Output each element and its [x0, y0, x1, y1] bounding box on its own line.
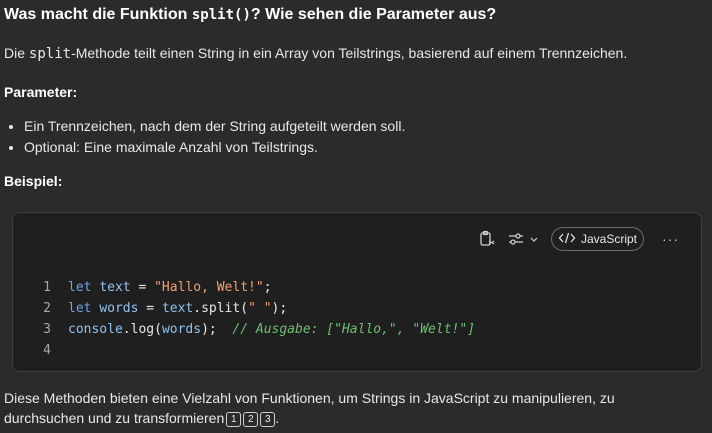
params-label: Parameter:: [4, 84, 78, 100]
line-number: 3: [43, 322, 51, 337]
code-toolbar: JavaScript ···: [477, 227, 679, 251]
outro-paragraph-line2: durchsuchen und zu transformieren 1 2 3.: [4, 410, 280, 427]
code-comment: // Ausgabe: ["Hallo,", "Welt!"]: [232, 322, 476, 337]
more-options-icon[interactable]: ···: [662, 231, 679, 247]
language-label: JavaScript: [580, 232, 637, 246]
code-line: 4: [13, 340, 475, 361]
params-list: Ein Trennzeichen, nach dem der String au…: [4, 116, 405, 158]
code-block: JavaScript ··· 1 let text = "Hallo, Welt!…: [12, 212, 702, 372]
copy-clipboard-icon[interactable]: [477, 229, 497, 249]
line-number: 4: [43, 343, 51, 358]
response-heading: Was macht die Funktion split()? Wie sehe…: [4, 6, 497, 23]
list-item: Optional: Eine maximale Anzahl von Teils…: [24, 137, 405, 158]
code-line: 3 console .log(words); // Ausgabe: ["Hallo…: [13, 319, 475, 340]
citation-badge[interactable]: 3: [260, 412, 276, 427]
citation-badge[interactable]: 2: [243, 412, 259, 427]
line-number: 1: [43, 280, 51, 295]
line-number: 2: [43, 301, 51, 316]
example-label: Beispiel:: [4, 173, 63, 189]
code-brackets-icon: [558, 231, 576, 248]
code-line: 1 let text = "Hallo, Welt!";: [13, 277, 475, 298]
language-selector[interactable]: JavaScript: [550, 227, 644, 251]
code-line: 2 let words = text .split(" ");: [13, 298, 475, 319]
citation-badge[interactable]: 1: [226, 412, 242, 427]
outro-paragraph-line1: Diese Methoden bieten eine Vielzahl von …: [4, 390, 615, 406]
settings-sliders-icon[interactable]: [507, 229, 541, 249]
code-lines: 1 let text = "Hallo, Welt!"; 2 let words =…: [13, 277, 475, 361]
inline-code: split: [28, 46, 72, 62]
intro-paragraph: Die split-Methode teilt einen String in …: [4, 45, 628, 62]
inline-code: split(): [191, 7, 251, 23]
list-item: Ein Trennzeichen, nach dem der String au…: [24, 116, 405, 137]
